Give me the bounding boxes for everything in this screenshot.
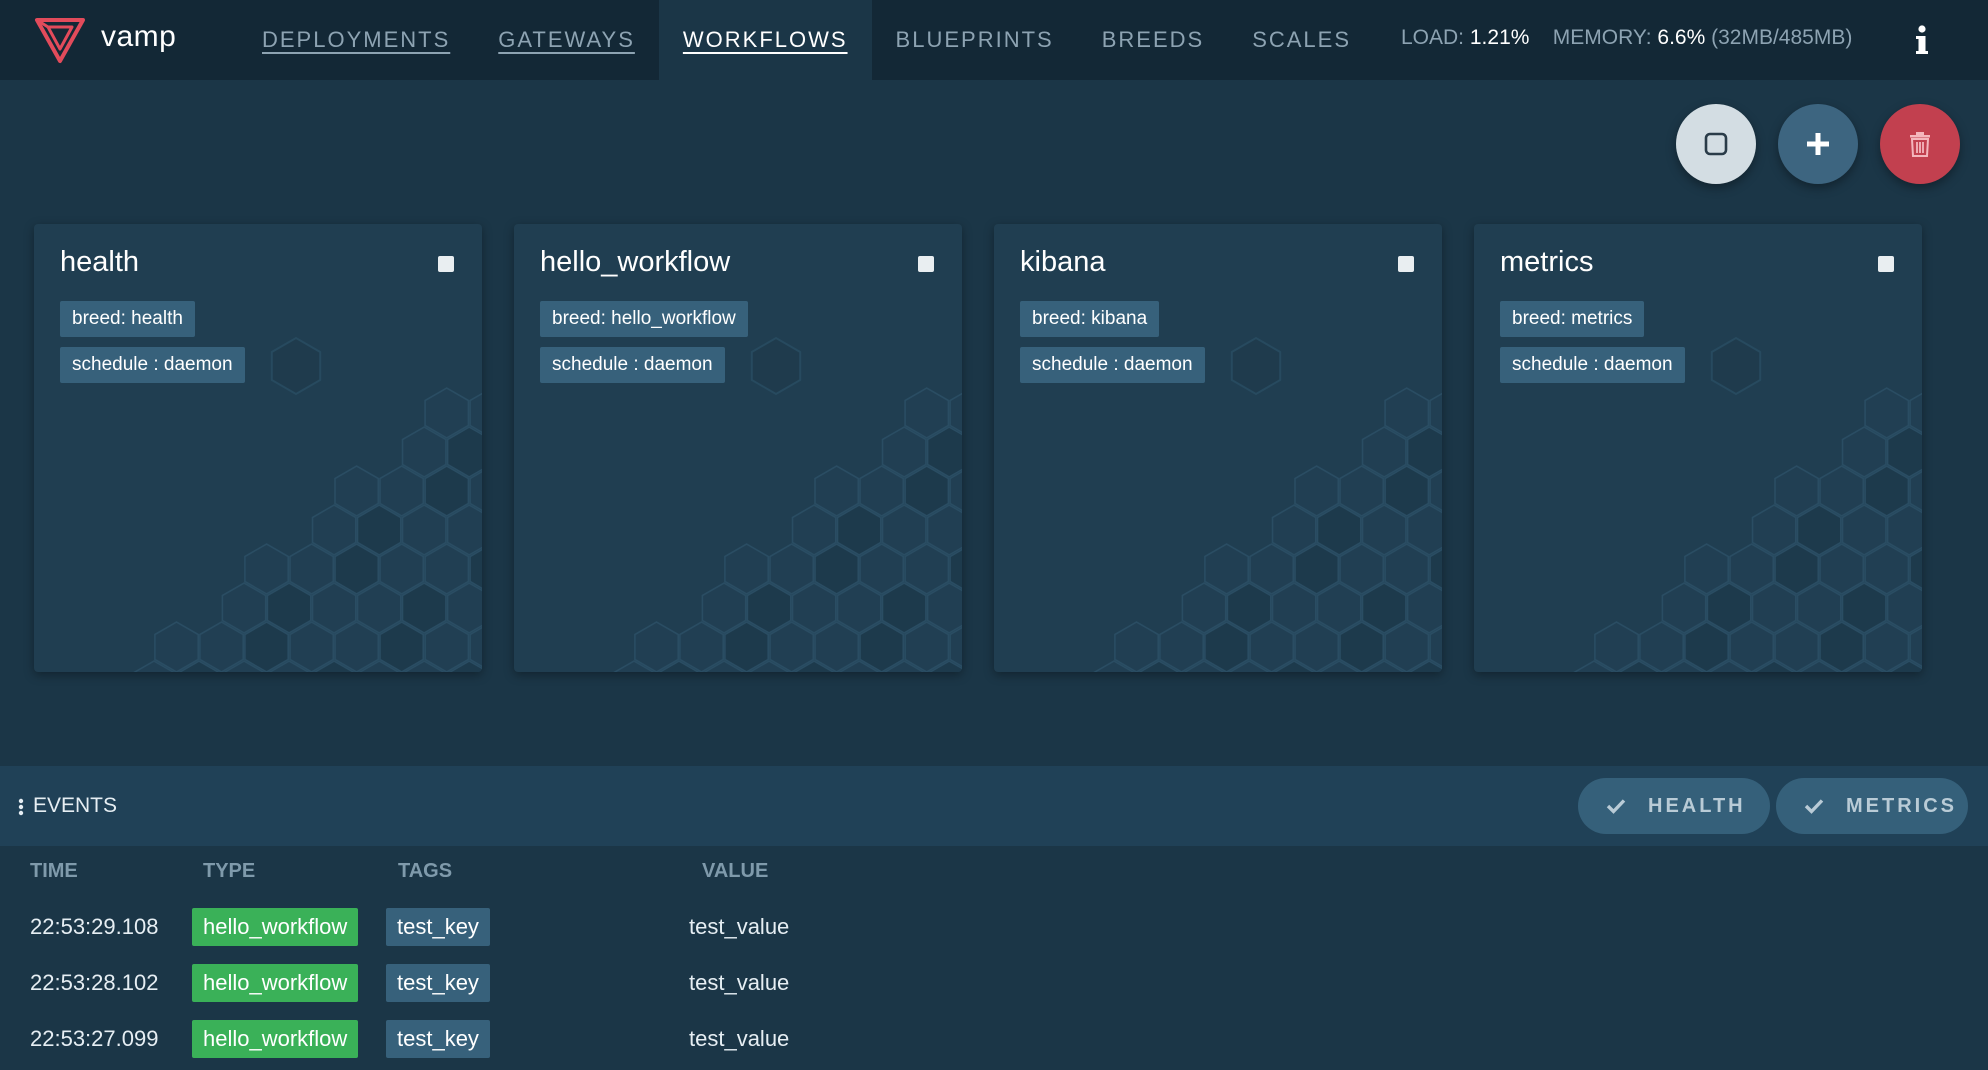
trash-icon <box>1910 132 1930 157</box>
schedule-tag: schedule : daemon <box>1500 347 1685 383</box>
check-icon <box>1606 799 1626 814</box>
event-tag-badge: test_key <box>386 908 490 946</box>
app-name[interactable]: vamp <box>101 20 176 54</box>
workflow-checkbox[interactable] <box>918 256 934 272</box>
workflow-name[interactable]: kibana <box>1020 246 1105 279</box>
events-title: EVENTS <box>33 794 118 817</box>
square-icon <box>1704 132 1728 156</box>
column-header-value: VALUE <box>702 860 769 882</box>
plus-icon <box>1807 133 1829 155</box>
system-stats: LOAD: 1.21% MEMORY: 6.6% (32MB/485MB) <box>1401 26 1852 50</box>
column-header-tags: TAGS <box>398 860 453 882</box>
event-value: test_value <box>689 970 790 995</box>
event-type-badge: hello_workflow <box>192 908 359 946</box>
event-value: test_value <box>689 1026 790 1051</box>
event-type-badge: hello_workflow <box>192 1020 359 1058</box>
vamp-logo-icon[interactable] <box>34 16 86 64</box>
workflow-checkbox[interactable] <box>438 256 454 272</box>
workflow-checkbox[interactable] <box>1878 256 1894 272</box>
events-panel-header: EVENTS HEALTH METRICS <box>0 766 1988 846</box>
filter-metrics-toggle[interactable]: METRICS <box>1776 778 1968 834</box>
event-time: 22:53:28.102 <box>30 970 159 995</box>
nav-blueprints[interactable]: BLUEPRINTS <box>872 0 1078 80</box>
event-tag-badge: test_key <box>386 964 490 1002</box>
drag-handle-icon[interactable] <box>18 798 24 816</box>
workflow-card-kibana[interactable]: kibana breed: kibana schedule : daemon <box>994 224 1442 672</box>
load-label: LOAD: <box>1401 26 1465 49</box>
event-tag-badge: test_key <box>386 1020 490 1058</box>
top-bar: vamp DEPLOYMENTS GATEWAYS WORKFLOWS BLUE… <box>0 0 1988 80</box>
check-icon <box>1804 799 1824 814</box>
info-icon[interactable] <box>1912 22 1932 58</box>
workflow-name[interactable]: metrics <box>1500 246 1593 279</box>
workflow-card-hello-workflow[interactable]: hello_workflow breed: hello_workflow sch… <box>514 224 962 672</box>
memory-label: MEMORY: <box>1552 26 1652 49</box>
breed-tag: breed: kibana <box>1020 301 1160 337</box>
event-row: 22:53:29.108 hello_workflow test_key tes… <box>0 908 1988 948</box>
workflow-name[interactable]: hello_workflow <box>540 246 730 279</box>
nav-scales[interactable]: SCALES <box>1228 0 1375 80</box>
schedule-tag: schedule : daemon <box>540 347 725 383</box>
event-row: 22:53:27.099 hello_workflow test_key tes… <box>0 1020 1988 1060</box>
nav-breeds[interactable]: BREEDS <box>1078 0 1228 80</box>
event-type-badge: hello_workflow <box>192 964 359 1002</box>
workflow-checkbox[interactable] <box>1398 256 1414 272</box>
breed-tag: breed: metrics <box>1500 301 1645 337</box>
column-header-type: TYPE <box>203 860 256 882</box>
event-row: 22:53:28.102 hello_workflow test_key tes… <box>0 964 1988 1004</box>
select-all-button[interactable] <box>1676 104 1756 184</box>
workflow-card-health[interactable]: health breed: health schedule : daemon <box>34 224 482 672</box>
workflow-name[interactable]: health <box>60 246 139 279</box>
event-time: 22:53:29.108 <box>30 914 159 939</box>
event-value: test_value <box>689 914 790 939</box>
schedule-tag: schedule : daemon <box>1020 347 1205 383</box>
nav-workflows[interactable]: WORKFLOWS <box>658 0 872 80</box>
event-time: 22:53:27.099 <box>30 1026 159 1051</box>
hexagon-pattern-icon <box>133 336 482 672</box>
memory-detail: (32MB/485MB) <box>1711 26 1853 49</box>
schedule-tag: schedule : daemon <box>60 347 245 383</box>
column-header-time: TIME <box>30 860 78 882</box>
filter-label: METRICS <box>1846 794 1957 817</box>
add-workflow-button[interactable] <box>1778 104 1858 184</box>
main-nav: DEPLOYMENTS GATEWAYS WORKFLOWS BLUEPRINT… <box>238 0 1375 80</box>
nav-gateways[interactable]: GATEWAYS <box>474 0 659 80</box>
nav-deployments[interactable]: DEPLOYMENTS <box>238 0 474 80</box>
hexagon-pattern-icon <box>1093 336 1442 672</box>
hexagon-pattern-icon <box>1573 336 1922 672</box>
workflow-card-metrics[interactable]: metrics breed: metrics schedule : daemon <box>1474 224 1922 672</box>
filter-label: HEALTH <box>1648 794 1746 817</box>
memory-value: 6.6% <box>1657 26 1706 49</box>
hexagon-pattern-icon <box>613 336 962 672</box>
load-value: 1.21% <box>1469 26 1530 49</box>
breed-tag: breed: health <box>60 301 195 337</box>
delete-button[interactable] <box>1880 104 1960 184</box>
breed-tag: breed: hello_workflow <box>540 301 748 337</box>
filter-health-toggle[interactable]: HEALTH <box>1578 778 1770 834</box>
